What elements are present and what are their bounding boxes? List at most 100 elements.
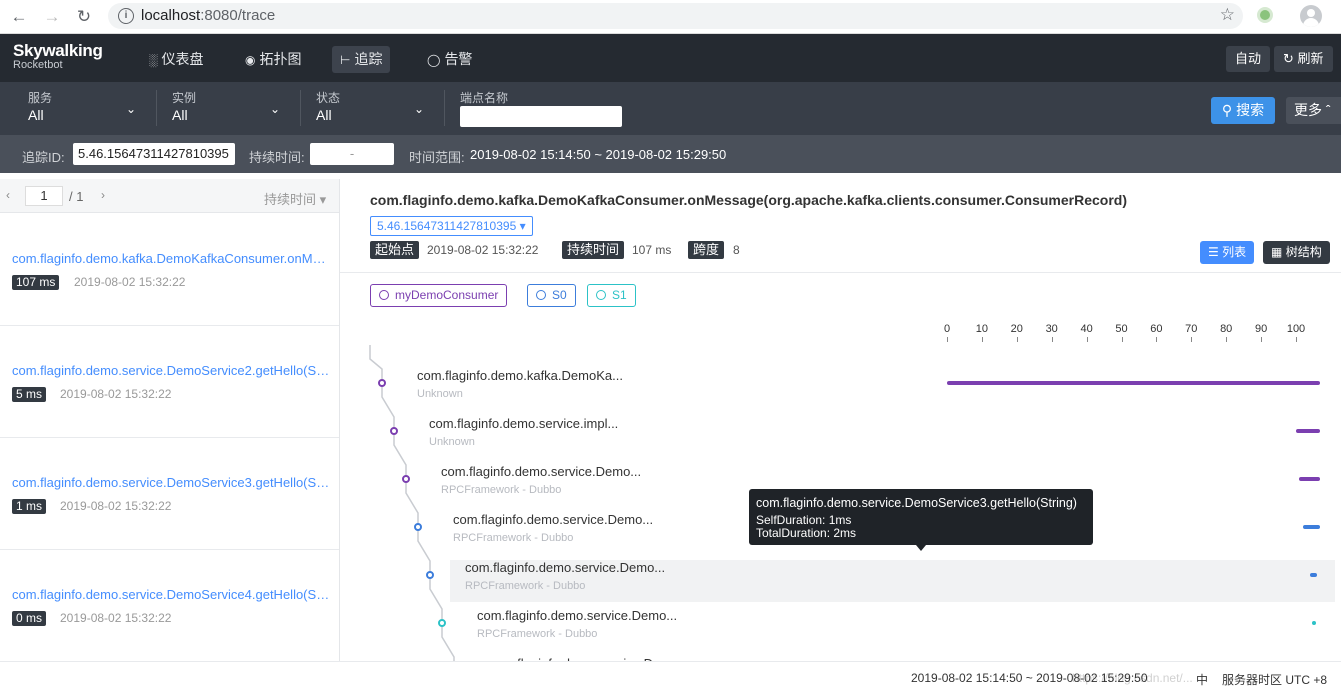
trace-name[interactable]: com.flaginfo.demo.service.DemoService4.g… [12, 587, 330, 602]
reload-icon[interactable]: ↻ [74, 7, 94, 27]
span-row[interactable]: com.flaginfo.demo.kafka.DemoKa... Unknown [340, 368, 1341, 410]
span-node-icon[interactable] [378, 379, 386, 387]
nav-dashboard[interactable]: ░ 仪表盘 [141, 46, 212, 73]
span-component: RPCFramework - Dubbo [441, 484, 562, 496]
refresh-icon: ↻ [1283, 51, 1294, 66]
bookmark-star-icon[interactable]: ☆ [1220, 5, 1235, 25]
service-filter-label: 服务 [28, 91, 53, 105]
axis-tick-label: 90 [1254, 323, 1268, 335]
span-duration-bar[interactable] [1312, 621, 1317, 625]
service-chip[interactable]: myDemoConsumer [370, 284, 508, 307]
refresh-button[interactable]: ↻ 刷新 [1274, 46, 1333, 72]
span-component: RPCFramework - Dubbo [465, 580, 586, 592]
axis-tick-mark [1296, 337, 1297, 342]
span-name: com.flaginfo.demo.service.Demo... [441, 464, 642, 479]
more-button[interactable]: 更多 ˆ [1286, 97, 1341, 124]
service-filter[interactable]: 服务 All ⌄ [28, 89, 138, 129]
address-bar[interactable]: i localhost:8080/trace ☆ [108, 3, 1243, 29]
axis-tick-mark [1261, 337, 1263, 342]
trace-id-input[interactable]: 5.46.15647311427810395 [73, 143, 235, 165]
span-duration-bar[interactable] [1299, 477, 1321, 481]
page-input[interactable]: 1 [25, 186, 63, 206]
back-icon[interactable]: ← [9, 7, 29, 27]
logo[interactable]: Skywalking Rocketbot [13, 41, 103, 71]
time-range-value[interactable]: 2019-08-02 15:14:50 ~ 2019-08-02 15:29:5… [470, 147, 726, 162]
span-node-icon[interactable] [402, 475, 410, 483]
axis-tick-mark [947, 337, 948, 342]
url-text: localhost:8080/trace [141, 7, 276, 24]
tooltip-title: com.flaginfo.demo.service.DemoService3.g… [756, 496, 1077, 510]
service-chip[interactable]: S0 [527, 284, 576, 307]
endpoint-input[interactable] [460, 106, 622, 127]
forward-icon[interactable]: → [42, 7, 62, 27]
next-page-icon[interactable]: › [101, 188, 105, 202]
span-row[interactable]: com.flaginfo.demo.service.impl... Unknown [340, 416, 1341, 458]
trace-time: 2019-08-02 15:32:22 [74, 275, 186, 289]
trace-list-item[interactable]: com.flaginfo.demo.service.DemoService2.g… [0, 326, 339, 438]
chevron-down-icon: ⌄ [414, 102, 425, 116]
trace-list-item[interactable]: com.flaginfo.demo.service.DemoService3.g… [0, 438, 339, 550]
span-name: com.flaginfo.demo.service.Demo... [453, 512, 654, 527]
span-component: RPCFramework - Dubbo [477, 628, 598, 640]
span-name: com.flaginfo.demo.service.impl... [429, 416, 619, 431]
profile-avatar-icon[interactable] [1300, 5, 1322, 27]
trace-list-panel: ‹ 1 / 1 › 持续时间 ▾ com.flaginfo.demo.kafka… [0, 179, 340, 661]
advanced-filter-bar: 追踪ID: 5.46.15647311427810395 持续时间: - 时间范… [0, 135, 1341, 173]
trace-list-item[interactable]: com.flaginfo.demo.kafka.DemoKafkaConsume… [0, 214, 339, 326]
endpoint-filter-label: 端点名称 [460, 91, 509, 105]
server-timezone: 服务器时区 UTC +8 [1222, 673, 1328, 687]
trace-time: 2019-08-02 15:32:22 [60, 499, 172, 513]
status-filter[interactable]: 状态 All ⌄ [316, 89, 426, 129]
caret-down-icon: ▾ [519, 219, 526, 233]
instance-filter[interactable]: 实例 All ⌄ [172, 89, 282, 129]
span-node-icon[interactable] [390, 427, 398, 435]
status-time-range[interactable]: 2019-08-02 15:14:50 ~ 2019-08-02 15:29:5… [911, 671, 1148, 685]
axis-tick-label: 50 [1115, 323, 1128, 335]
auto-button[interactable]: 自动 [1226, 46, 1271, 72]
axis-tick-label: 60 [1150, 323, 1163, 335]
service-chip[interactable]: S1 [587, 284, 636, 307]
span-node-icon[interactable] [426, 571, 434, 579]
logo-brand: Skywalking [13, 41, 103, 60]
duration-input[interactable]: - [310, 143, 394, 165]
site-info-icon[interactable]: i [118, 8, 134, 24]
span-name: com.flaginfo.demo.kafka.DemoKa... [417, 368, 623, 383]
span-duration-bar[interactable] [1296, 429, 1321, 433]
nav-alarm[interactable]: ◯ 告警 [419, 46, 480, 73]
trace-name[interactable]: com.flaginfo.demo.service.DemoService3.g… [12, 475, 330, 490]
span-duration-bar[interactable] [1309, 573, 1317, 577]
trace-list-item[interactable]: com.flaginfo.demo.service.DemoService4.g… [0, 550, 339, 661]
search-button[interactable]: ⚲ 搜索 [1211, 97, 1275, 124]
span-duration-bar[interactable] [947, 381, 1321, 385]
browser-toolbar: ← → ↻ i localhost:8080/trace ☆ [0, 0, 1341, 34]
list-view-button[interactable]: ☰ 列表 [1200, 241, 1255, 264]
search-icon: ⚲ [1221, 102, 1233, 118]
status-filter-value: All [316, 107, 332, 123]
span-duration-bar[interactable] [1302, 525, 1321, 529]
span-component: Unknown [429, 436, 475, 448]
nav-topology[interactable]: ◉ 拓扑图 [237, 46, 309, 73]
axis-tick-mark [1156, 337, 1158, 342]
tree-view-button[interactable]: ▦ 树结构 [1263, 241, 1330, 264]
span-name: com.flaginfo.demo.service.Demo... [477, 608, 678, 623]
axis-tick-label: 30 [1045, 323, 1058, 335]
span-node-icon[interactable] [438, 619, 446, 627]
topology-icon: ◉ [245, 53, 256, 67]
extension-icon[interactable] [1257, 7, 1273, 23]
span-row[interactable]: com.flaginfo.demo.service.Demo... RPCFram… [450, 560, 1335, 602]
axis-tick-label: 10 [975, 323, 989, 335]
prev-page-icon[interactable]: ‹ [6, 188, 10, 202]
trace-time: 2019-08-02 15:32:22 [60, 387, 172, 401]
instance-filter-value: All [172, 107, 188, 123]
trace-name[interactable]: com.flaginfo.demo.service.DemoService2.g… [12, 363, 330, 378]
language-toggle[interactable]: 中 [1196, 671, 1208, 688]
sort-select[interactable]: 持续时间 ▾ [264, 189, 326, 208]
span-node-icon[interactable] [414, 523, 422, 531]
page-total: / 1 [69, 189, 84, 204]
trace-name[interactable]: com.flaginfo.demo.kafka.DemoKafkaConsume… [12, 251, 330, 266]
nav-trace[interactable]: ⊢ 追踪 [332, 46, 391, 73]
axis-tick-mark [1226, 337, 1228, 342]
span-row[interactable]: com.flaginfo.demo.service.Demo... RPCFram… [340, 608, 1341, 650]
trace-id-select[interactable]: 5.46.15647311427810395 ▾ [370, 216, 533, 236]
axis-tick-label: 40 [1080, 323, 1093, 335]
